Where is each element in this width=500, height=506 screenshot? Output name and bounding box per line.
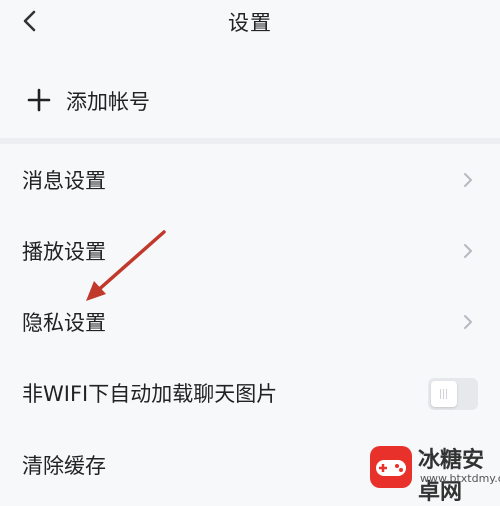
settings-item-label: 消息设置 xyxy=(22,169,106,193)
settings-item-label: 播放设置 xyxy=(22,240,106,264)
settings-item-wifi-autoload: 非WIFI下自动加载聊天图片 xyxy=(0,364,500,422)
settings-item-messages[interactable]: 消息设置 xyxy=(0,151,500,209)
page-title: 设置 xyxy=(228,11,272,35)
plus-icon xyxy=(27,88,51,112)
chevron-right-icon xyxy=(464,244,472,258)
wifi-autoload-toggle[interactable] xyxy=(428,378,478,410)
settings-item-label: 隐私设置 xyxy=(22,311,106,335)
add-account-button[interactable]: 添加帐号 xyxy=(0,76,500,126)
add-account-label: 添加帐号 xyxy=(66,90,150,114)
watermark: 冰糖安卓网 www.btxtdmy.com xyxy=(368,440,500,505)
toggle-knob xyxy=(431,381,457,407)
settings-item-label: 清除缓存 xyxy=(22,454,106,478)
game-controller-icon xyxy=(370,446,412,488)
chevron-right-icon xyxy=(464,315,472,329)
settings-item-label: 非WIFI下自动加载聊天图片 xyxy=(22,382,278,406)
section-divider xyxy=(0,138,500,144)
settings-item-playback[interactable]: 播放设置 xyxy=(0,222,500,280)
watermark-url: www.btxtdmy.com xyxy=(420,472,500,485)
chevron-right-icon xyxy=(464,173,472,187)
settings-item-privacy[interactable]: 隐私设置 xyxy=(0,293,500,351)
header-bar: 设置 xyxy=(0,0,500,44)
